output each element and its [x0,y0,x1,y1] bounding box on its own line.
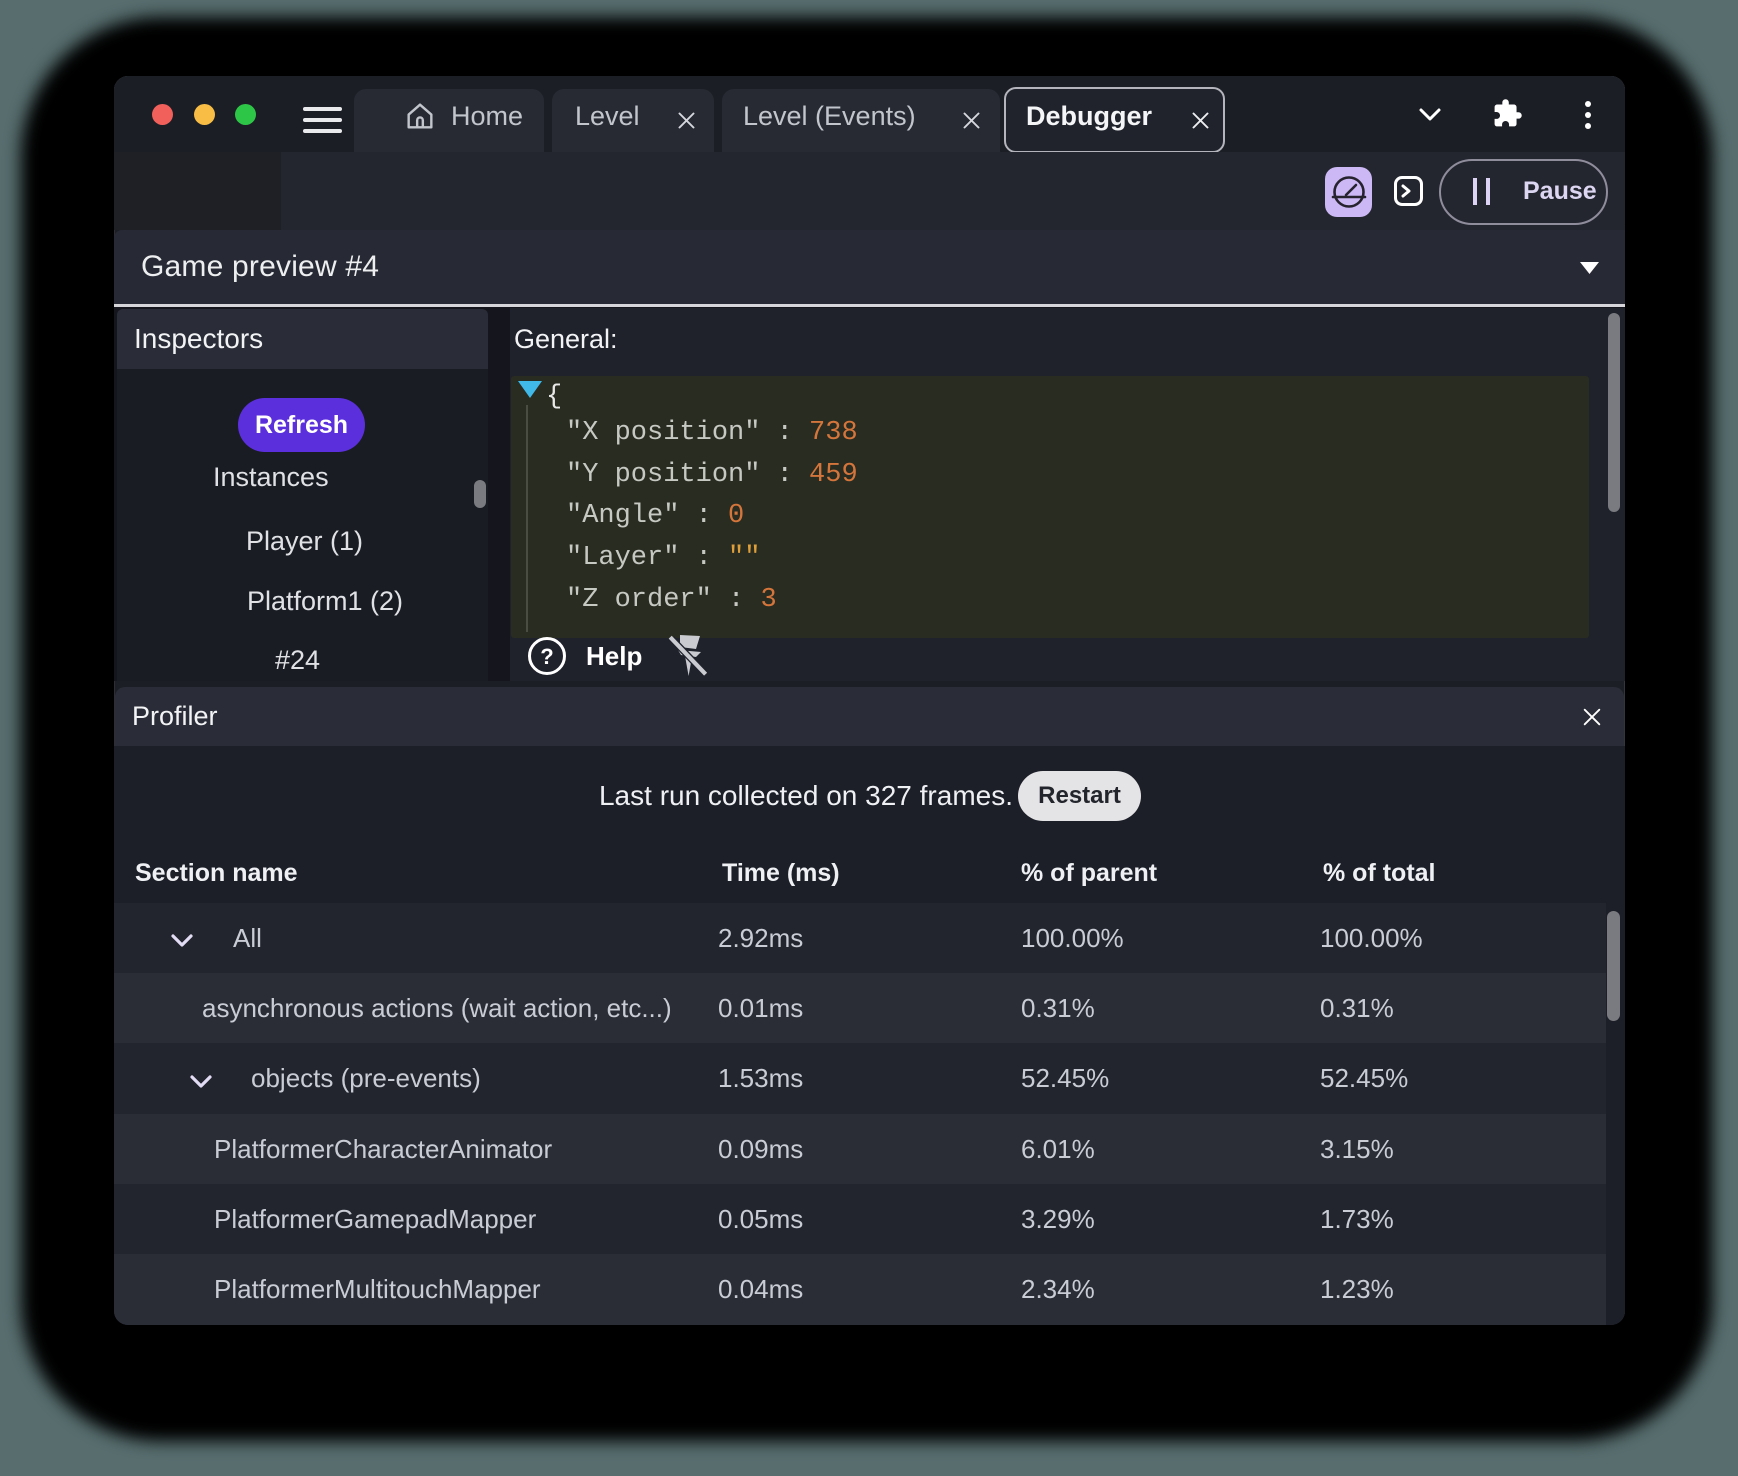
svg-text:?: ? [540,644,553,669]
